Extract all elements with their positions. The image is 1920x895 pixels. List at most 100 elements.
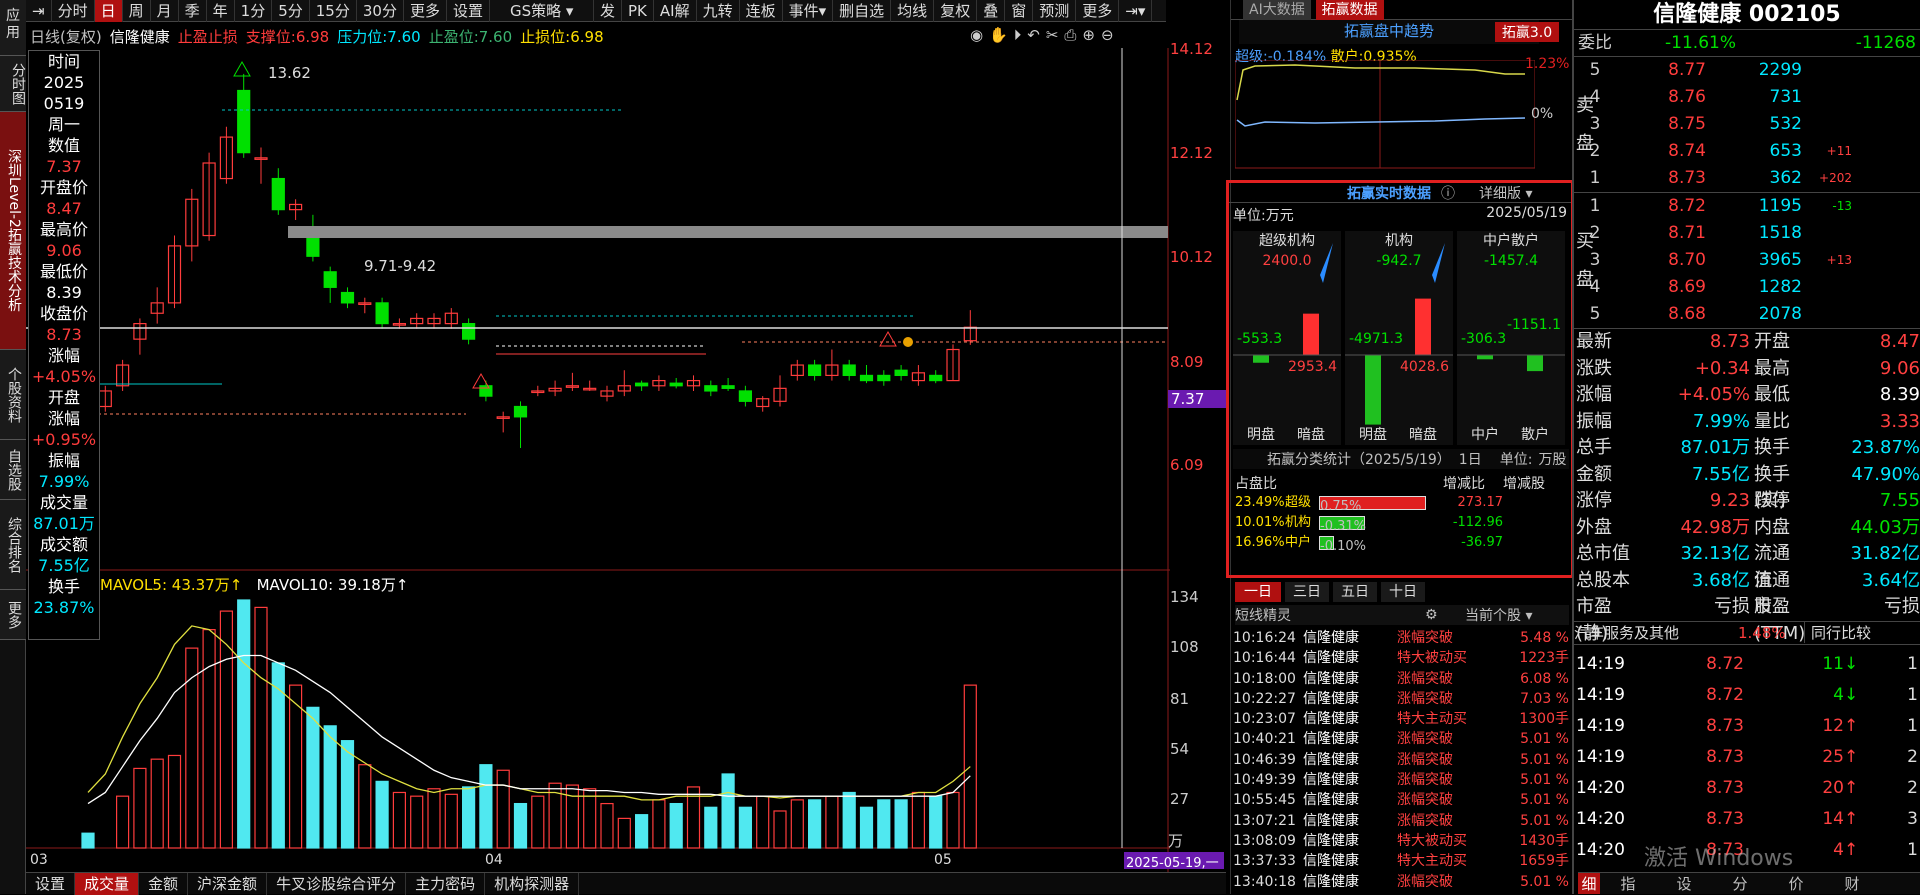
- tb-30min[interactable]: 30分: [357, 0, 404, 22]
- qtab-index[interactable]: 指: [1600, 873, 1656, 894]
- feed-row[interactable]: 10:23:07 信隆健康 特大主动买 1300手: [1233, 709, 1569, 729]
- btab-settings[interactable]: 设置: [26, 872, 76, 895]
- tb-remove-watch[interactable]: 删自选: [833, 0, 892, 22]
- qtab-detail[interactable]: 细: [1578, 873, 1600, 894]
- tb-more-periods[interactable]: 更多: [404, 0, 447, 22]
- open-label: 开盘价: [39, 178, 88, 197]
- tb-5min[interactable]: 5分: [272, 0, 310, 22]
- feed-row[interactable]: 10:55:45 信隆健康 涨幅突破 5.01 %: [1233, 790, 1569, 810]
- book-row[interactable]: 3 8.70 3965 +13: [1574, 247, 1920, 274]
- feed-row[interactable]: 10:16:24 信隆健康 涨幅突破 5.48 %: [1233, 628, 1569, 648]
- tb-strategy-select[interactable]: GS策略 ▾: [490, 0, 594, 22]
- tab-ai-data[interactable]: AI大数据: [1243, 0, 1311, 20]
- tb-window[interactable]: 窗: [1005, 0, 1034, 22]
- peer-compare-button[interactable]: 同行比较: [1804, 622, 1877, 643]
- feed-row[interactable]: 10:49:39 信隆健康 涨幅突破 5.01 %: [1233, 770, 1569, 790]
- feed-row[interactable]: 10:16:44 信隆健康 特大被动买 1223手: [1233, 648, 1569, 668]
- ptab-3d[interactable]: 三日: [1285, 582, 1329, 602]
- book-row[interactable]: 2 8.71 1518: [1574, 220, 1920, 247]
- feed-row[interactable]: 10:18:00 信隆健康 涨幅突破 6.08 %: [1233, 669, 1569, 689]
- qtab-minute[interactable]: 分: [1712, 873, 1768, 894]
- tick-row: 14:19 8.73 25 ↑ 2: [1574, 742, 1920, 773]
- tb-ma[interactable]: 均线: [891, 0, 935, 22]
- feed-row[interactable]: 13:37:33 信隆健康 特大主动买 1659手: [1233, 851, 1569, 871]
- tb-monthly[interactable]: 月: [151, 0, 179, 22]
- volume-bar: [150, 758, 164, 849]
- feed-row[interactable]: 10:22:27 信隆健康 涨幅突破 7.03 %: [1233, 689, 1569, 709]
- book-row[interactable]: 1 8.72 1195 -13: [1574, 193, 1920, 220]
- tb-forecast[interactable]: 预测: [1033, 0, 1077, 22]
- candle-body: [513, 405, 528, 418]
- tb-events[interactable]: 事件▾: [783, 0, 834, 22]
- book-volume: 1282: [1758, 277, 1802, 297]
- vtab-watchlist[interactable]: 自选股: [0, 440, 26, 500]
- book-row[interactable]: 5 8.68 2078: [1574, 301, 1920, 328]
- btab-institution[interactable]: 机构探测器: [485, 872, 580, 895]
- volume-bar: [115, 795, 130, 849]
- pct-label: 涨幅: [47, 346, 80, 365]
- tick-count: 2: [1907, 746, 1918, 767]
- feed-row[interactable]: 10:40:21 信隆健康 涨幅突破 5.01 %: [1233, 729, 1569, 749]
- short-elf-filter[interactable]: 当前个股 ▾: [1465, 605, 1532, 625]
- kline-chart[interactable]: [26, 48, 1170, 872]
- tb-1min[interactable]: 1分: [235, 0, 273, 22]
- ptab-5d[interactable]: 五日: [1333, 582, 1377, 602]
- vtab-intraday[interactable]: 分时图: [0, 56, 26, 112]
- stat-key: 市盈(TTM): [1754, 596, 1806, 644]
- feed-row[interactable]: 13:40:18 信隆健康 涨幅突破 5.01 %: [1233, 872, 1569, 892]
- tb-pk[interactable]: PK: [622, 0, 654, 22]
- tb-yearly[interactable]: 年: [207, 0, 235, 22]
- tb-15min[interactable]: 15分: [310, 0, 357, 22]
- btab-sh-sz-amount[interactable]: 沪深金额: [188, 872, 268, 895]
- trend-badge[interactable]: 拓赢3.0: [1495, 22, 1559, 42]
- tab-tuoying-data[interactable]: 拓赢数据: [1315, 0, 1384, 20]
- btab-score[interactable]: 牛叉诊股综合评分: [267, 872, 407, 895]
- vtab-more[interactable]: 更多: [0, 590, 26, 640]
- tb-weekly[interactable]: 周: [123, 0, 151, 22]
- tb-limit-up[interactable]: 连板: [740, 0, 783, 22]
- book-row[interactable]: 3 8.75 532: [1574, 111, 1920, 138]
- volume-bar: [167, 754, 182, 849]
- vtab-tech-analysis[interactable]: 深圳Level-2拓赢技术分析: [0, 112, 26, 350]
- expand-icon[interactable]: ⇥▾: [1119, 0, 1153, 22]
- collapse-icon[interactable]: ⇥: [26, 0, 52, 22]
- chart-tool-icons[interactable]: ◉✋⏵↶✂⎙⊕⊖: [970, 26, 1120, 44]
- tb-quarterly[interactable]: 季: [179, 0, 207, 22]
- volume-bar: [289, 684, 303, 849]
- feed-row[interactable]: 13:07:21 信隆健康 涨幅突破 5.01 %: [1233, 811, 1569, 831]
- vtab-apps[interactable]: 应用: [0, 0, 26, 56]
- tb-nine[interactable]: 九转: [697, 0, 740, 22]
- btab-main-code[interactable]: 主力密码: [406, 872, 486, 895]
- book-row[interactable]: 2 8.74 653 +11: [1574, 138, 1920, 165]
- flow-bar: [1303, 313, 1319, 355]
- vtab-profile[interactable]: 个股资料: [0, 350, 26, 440]
- rt-detail-select[interactable]: 详细版 ▾: [1479, 183, 1532, 203]
- tb-overlay[interactable]: 叠: [977, 0, 1006, 22]
- tb-settings[interactable]: 设置: [447, 0, 490, 22]
- qtab-settings[interactable]: 设: [1656, 873, 1712, 894]
- book-row[interactable]: 1 8.73 362 +202: [1574, 165, 1920, 192]
- qtab-finance[interactable]: 财: [1824, 873, 1880, 894]
- qtab-price[interactable]: 价: [1768, 873, 1824, 894]
- tb-send[interactable]: 发: [594, 0, 622, 22]
- vtab-ranking[interactable]: 综合排名: [0, 500, 26, 590]
- tb-ai[interactable]: AI解: [654, 0, 697, 22]
- btab-amount[interactable]: 金额: [139, 872, 189, 895]
- feed-row[interactable]: 10:46:39 信隆健康 涨幅突破 5.01 %: [1233, 750, 1569, 770]
- book-row[interactable]: 4 8.69 1282: [1574, 274, 1920, 301]
- tick-time: 14:20: [1576, 839, 1625, 860]
- tb-intraday[interactable]: 分时: [52, 0, 95, 22]
- tb-more[interactable]: 更多: [1076, 0, 1120, 22]
- tb-adjust[interactable]: 复权: [934, 0, 978, 22]
- feed-row[interactable]: 13:08:09 信隆健康 特大被动买 1430手: [1233, 831, 1569, 851]
- btab-volume[interactable]: 成交量: [75, 872, 140, 895]
- settings-icon[interactable]: ⚙: [1425, 607, 1465, 623]
- ptab-10d[interactable]: 十日: [1381, 582, 1425, 602]
- book-row[interactable]: 5 8.77 2299: [1574, 57, 1920, 84]
- tb-daily[interactable]: 日: [94, 0, 123, 22]
- info-icon[interactable]: ⓘ: [1441, 183, 1455, 203]
- close-label: 收盘价: [39, 304, 88, 323]
- tick-time: 14:19: [1576, 653, 1625, 674]
- ptab-1d[interactable]: 一日: [1235, 582, 1281, 602]
- book-row[interactable]: 4 8.76 731: [1574, 84, 1920, 111]
